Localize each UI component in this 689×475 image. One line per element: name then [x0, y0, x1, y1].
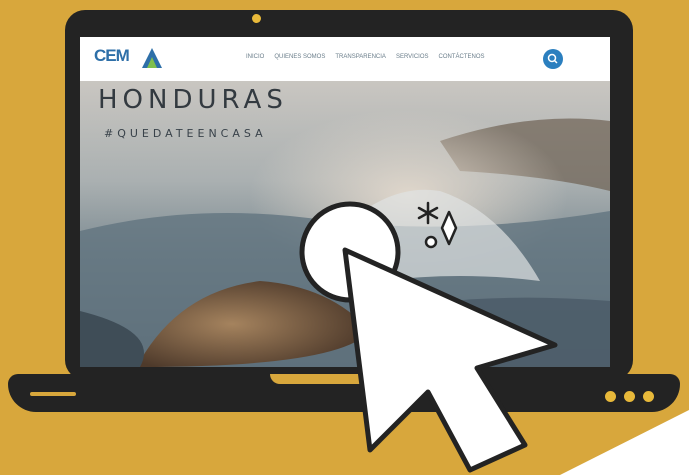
sparkle-circle-icon — [424, 235, 438, 249]
sparkle-asterisk-icon — [417, 201, 439, 225]
cursor-overlay — [299, 201, 689, 475]
sparkle-diamond-icon — [440, 210, 458, 246]
white-corner-shape — [560, 410, 689, 475]
cursor-arrow-icon — [342, 247, 558, 473]
